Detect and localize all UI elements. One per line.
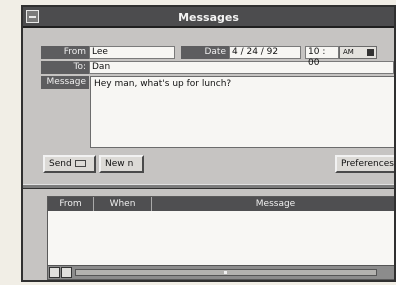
dropdown-arrow-icon[interactable] xyxy=(367,49,374,56)
new-label: New xyxy=(105,159,125,169)
column-header-when[interactable]: When xyxy=(94,197,152,211)
to-field[interactable]: Dan xyxy=(89,61,394,74)
send-button[interactable]: Send xyxy=(43,155,96,173)
date-label: Date xyxy=(181,46,229,59)
scroll-track[interactable] xyxy=(75,269,377,276)
messages-window: Messages From Lee To: Dan Date 4 / 24 / … xyxy=(21,5,396,282)
horizontal-scrollbar[interactable] xyxy=(48,265,394,279)
pane-divider[interactable] xyxy=(23,184,394,189)
date-field[interactable]: 4 / 24 / 92 xyxy=(229,46,301,59)
preferences-label: Preferences xyxy=(341,159,394,169)
column-header-message[interactable]: Message xyxy=(152,197,394,211)
scroll-left-icon[interactable] xyxy=(49,267,60,278)
title-bar[interactable]: Messages xyxy=(23,7,394,28)
message-label: Message xyxy=(41,76,89,89)
new-button[interactable]: New n xyxy=(99,155,144,173)
message-body-field[interactable]: Hey man, what's up for lunch? xyxy=(90,76,394,148)
time-field[interactable]: 10 : 00 xyxy=(305,46,339,68)
new-button-cursor-label: n xyxy=(127,159,134,169)
system-menu-icon[interactable] xyxy=(26,10,39,23)
window-title: Messages xyxy=(178,11,239,24)
from-label: From xyxy=(41,46,89,59)
scroll-right-icon[interactable] xyxy=(61,267,72,278)
to-label: To: xyxy=(41,61,89,74)
column-header-from[interactable]: From xyxy=(48,197,94,211)
scroll-thumb[interactable] xyxy=(224,271,227,274)
message-list-panel: From When Message xyxy=(47,196,394,280)
from-field[interactable]: Lee xyxy=(89,46,175,59)
am-pm-value: AM xyxy=(343,48,354,56)
send-label: Send xyxy=(49,159,72,169)
message-list-body[interactable] xyxy=(48,211,394,265)
preferences-button[interactable]: Preferences xyxy=(335,155,394,173)
am-pm-selector[interactable]: AM xyxy=(339,46,377,59)
message-list-header: From When Message xyxy=(48,197,394,211)
envelope-icon xyxy=(74,160,86,167)
